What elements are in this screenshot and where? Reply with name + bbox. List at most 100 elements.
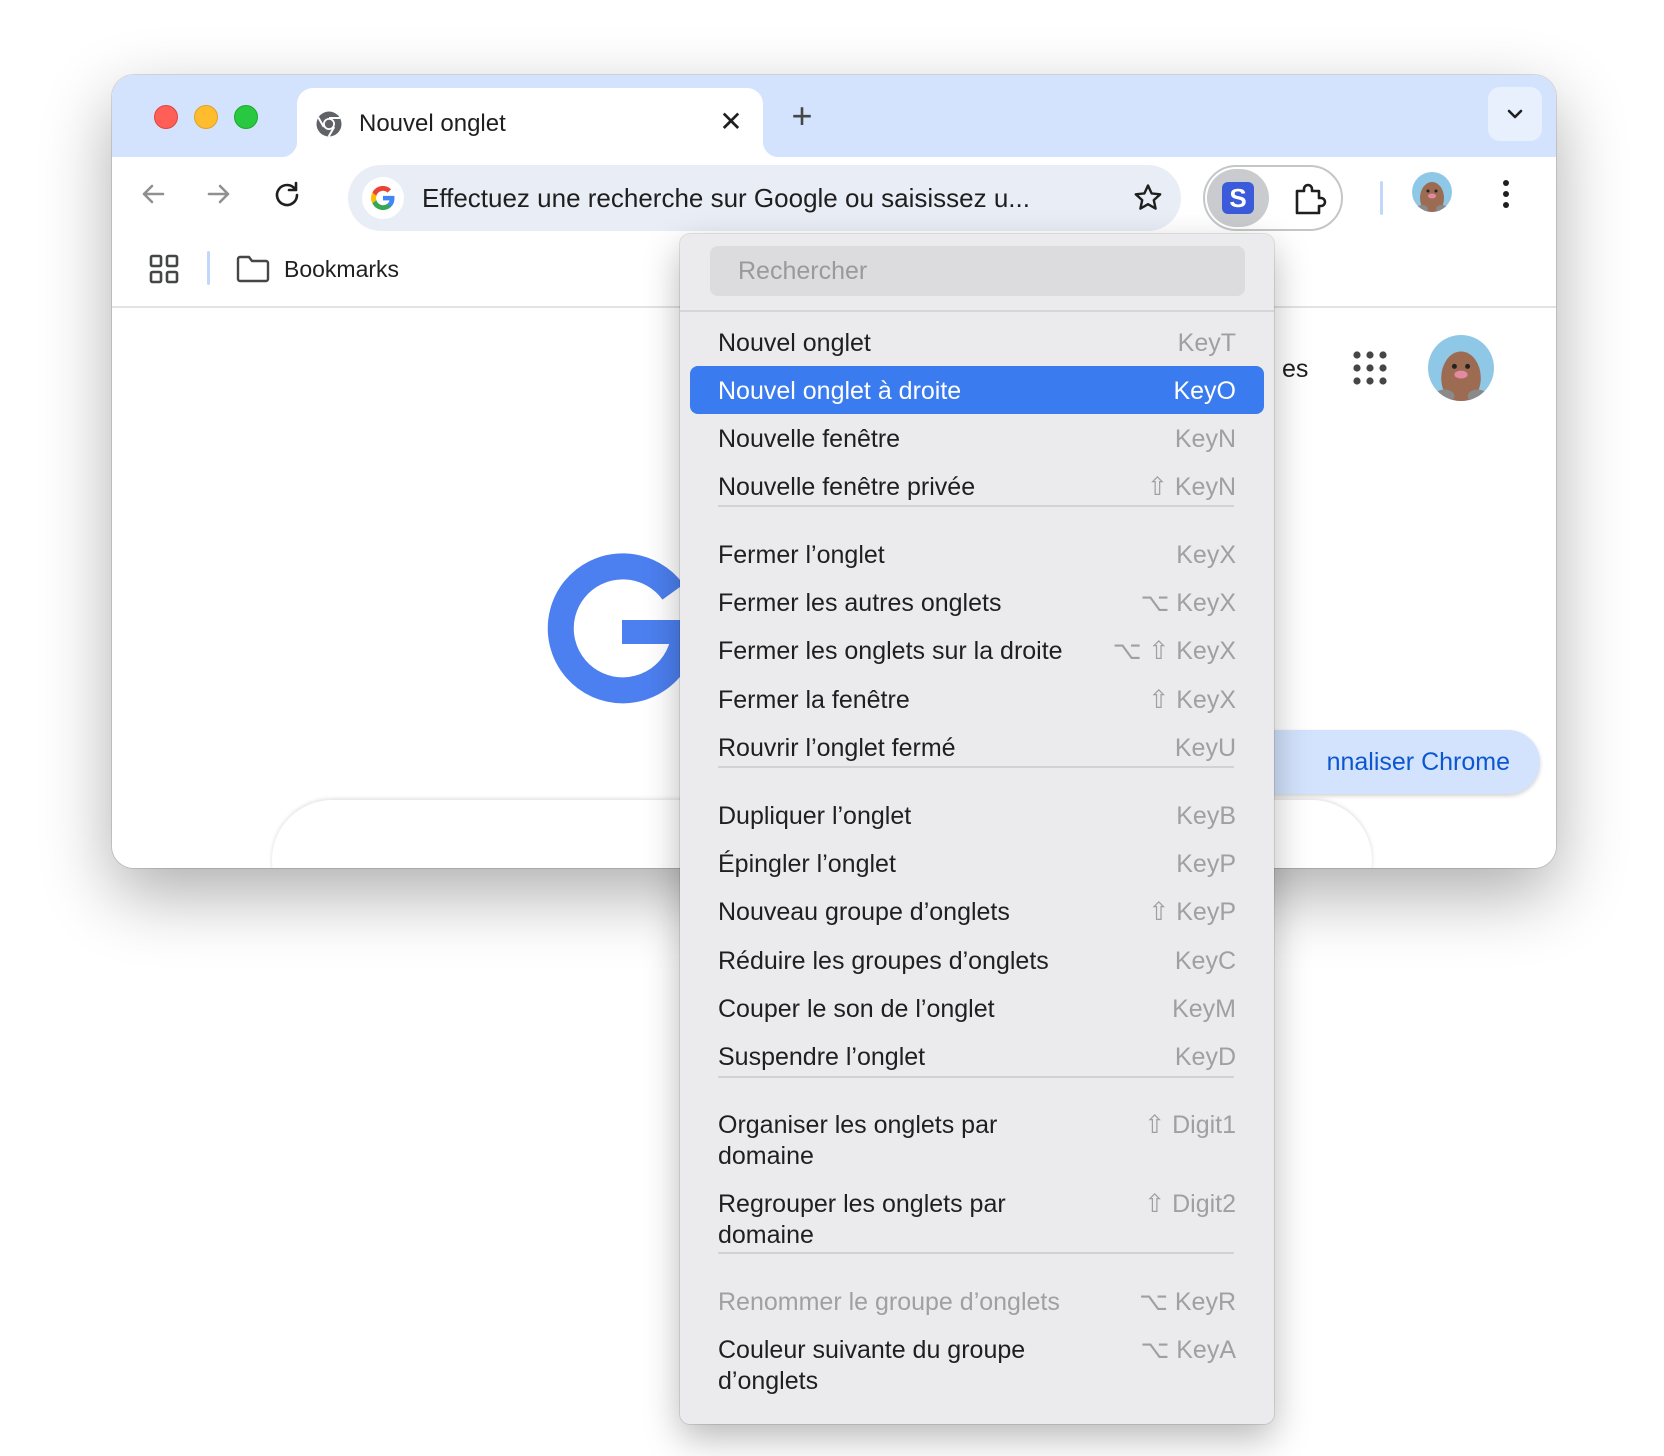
arrow-left-icon [142,184,165,204]
tab-title: Nouvel onglet [359,110,506,137]
menu-item[interactable]: Réduire les groupes d’onglets KeyC [690,936,1264,984]
menu-separator [718,1252,1234,1254]
tab-new-tab[interactable]: Nouvel onglet ✕ [281,88,779,157]
folder-icon [236,255,270,283]
menu-item[interactable]: Fermer les onglets sur la droite ⌥ ⇧ KeyX [690,626,1264,674]
forward-button[interactable] [196,171,242,217]
menu-item-label: Suspendre l’onglet [718,1043,926,1071]
menu-item-shortcut: ⇧ Digit2 [1144,1190,1236,1218]
extension-s-icon: S [1222,182,1254,214]
bookmarks-folder[interactable]: Bookmarks [236,249,399,289]
menu-item-shortcut: KeyX [1176,541,1236,569]
menu-item[interactable]: Regrouper les onglets par domaine ⇧ Digit… [690,1179,1264,1259]
menu-item-shortcut: ⌥ KeyR [1139,1288,1236,1316]
menu-item[interactable]: Nouvel onglet à droite KeyO [690,366,1264,414]
menu-item-label: Fermer l’onglet [718,541,885,569]
menu-item-label: Dupliquer l’onglet [718,802,912,830]
bookmark-star-button[interactable] [1129,179,1167,217]
minimize-window-button[interactable] [194,105,218,129]
menu-item-shortcut: KeyP [1176,850,1236,878]
menu-item-label: Fermer les onglets sur la droite [718,637,1063,665]
menu-item-label: Fermer la fenêtre [718,686,910,714]
menu-item[interactable]: Organiser les onglets par domaine ⇧ Digit… [690,1100,1264,1180]
tab-search-button[interactable] [1488,87,1542,141]
menu-item[interactable]: Nouvel onglet KeyT [690,318,1264,358]
header-link-fragment[interactable]: es [1282,355,1308,384]
menu-item[interactable]: Couleur suivante du groupe d’onglets ⌥ Ke… [690,1325,1264,1405]
menu-item-shortcut: KeyO [1173,377,1236,405]
menu-item-label: Épingler l’onglet [718,850,896,878]
menu-divider [680,310,1274,312]
google-logo-letter-g [547,553,697,704]
menu-item-label: Renommer le groupe d’onglets [718,1288,1060,1316]
menu-item-label: Couleur suivante du groupe d’onglets [718,1336,1026,1395]
menu-item-label: Regrouper les onglets par domaine [718,1190,1006,1249]
menu-item[interactable]: Fermer l’onglet KeyX [690,530,1264,578]
menu-item[interactable]: Nouveau groupe d’onglets ⇧ KeyP [690,887,1264,935]
menu-item[interactable]: Nouvelle fenêtre KeyN [690,414,1264,462]
menu-item-label: Nouveau groupe d’onglets [718,898,1010,926]
menu-item-label: Nouvel onglet [718,329,871,357]
menu-item-shortcut: ⇧ KeyP [1148,898,1236,926]
menu-item[interactable]: Couper le son de l’onglet KeyM [690,984,1264,1032]
menu-item-shortcut: KeyN [1174,425,1236,453]
menu-item-shortcut: ⇧ Digit1 [1144,1111,1236,1139]
tab-context-menu: Rechercher Nouvel onglet KeyT Nouvel ongle… [680,234,1274,1424]
menu-item-label: Nouvel onglet à droite [718,377,962,405]
chrome-favicon-icon [316,111,342,138]
new-tab-button[interactable]: + [782,97,822,137]
menu-item[interactable]: Fermer les autres onglets ⌥ KeyX [690,578,1264,626]
account-avatar[interactable] [1428,335,1494,401]
menu-item[interactable]: Dupliquer l’onglet KeyB [690,791,1264,839]
menu-item-shortcut: KeyM [1172,995,1236,1023]
bookmarks-folder-label: Bookmarks [284,255,400,282]
star-icon [1134,184,1162,210]
back-button[interactable] [130,171,176,217]
menu-item-shortcut: KeyU [1174,734,1236,762]
menu-item-label: Couper le son de l’onglet [718,995,995,1023]
apps-grid-icon[interactable] [148,253,180,285]
google-apps-icon[interactable] [1350,348,1390,388]
menu-item-label: Nouvelle fenêtre [718,425,901,453]
puzzle-icon[interactable] [1291,181,1327,217]
toolbar-divider [1380,181,1383,215]
bookmarks-divider [207,251,210,285]
maximize-window-button[interactable] [234,105,258,129]
tab-strip: Nouvel onglet ✕ + [112,75,1556,157]
reload-button[interactable] [264,171,310,217]
menu-item[interactable]: Fermer la fenêtre ⇧ KeyX [690,675,1264,723]
reload-icon [275,181,299,207]
menu-separator [718,766,1234,768]
menu-item[interactable]: Nouvelle fenêtre privée ⇧ KeyN [690,462,1264,510]
close-window-button[interactable] [154,105,178,129]
menu-item-label: Rouvrir l’onglet fermé [718,734,956,762]
omnibox-text: Effectuez une recherche sur Google ou sa… [422,183,1030,213]
menu-item-shortcut: KeyC [1174,947,1236,975]
menu-item-shortcut: KeyB [1176,802,1236,830]
extensions-group: S [1203,165,1343,231]
arrow-right-icon [207,184,230,204]
extension-s-button[interactable]: S [1207,169,1269,227]
avatar[interactable] [1412,172,1452,212]
menu-item-label: Organiser les onglets par domaine [718,1111,998,1170]
menu-item[interactable]: Épingler l’onglet KeyP [690,839,1264,887]
menu-item-shortcut: ⌥ KeyX [1140,589,1236,617]
menu-item[interactable]: Rouvrir l’onglet fermé KeyU [690,723,1264,771]
menu-item-label: Réduire les groupes d’onglets [718,947,1049,975]
menu-item: Renommer le groupe d’onglets ⌥ KeyR [690,1277,1264,1325]
menu-item[interactable]: Suspendre l’onglet KeyD [690,1032,1264,1080]
google-icon [362,177,404,219]
customize-chrome-label: nnaliser Chrome [1326,748,1510,776]
menu-item-label: Nouvelle fenêtre privée [718,473,976,501]
menu-item-shortcut: KeyD [1174,1043,1236,1071]
close-tab-icon[interactable]: ✕ [717,108,745,136]
menu-search-input[interactable]: Rechercher [710,246,1245,296]
chrome-menu-button[interactable] [1486,171,1526,217]
menu-item-shortcut: ⇧ KeyX [1148,686,1236,714]
menu-separator [718,505,1234,507]
more-vertical-icon [1503,180,1509,208]
omnibox[interactable]: Effectuez une recherche sur Google ou sa… [348,165,1181,231]
chevron-down-icon [1507,109,1523,119]
toolbar: Effectuez une recherche sur Google ou sa… [112,157,1556,231]
menu-item-label: Fermer les autres onglets [718,589,1002,617]
